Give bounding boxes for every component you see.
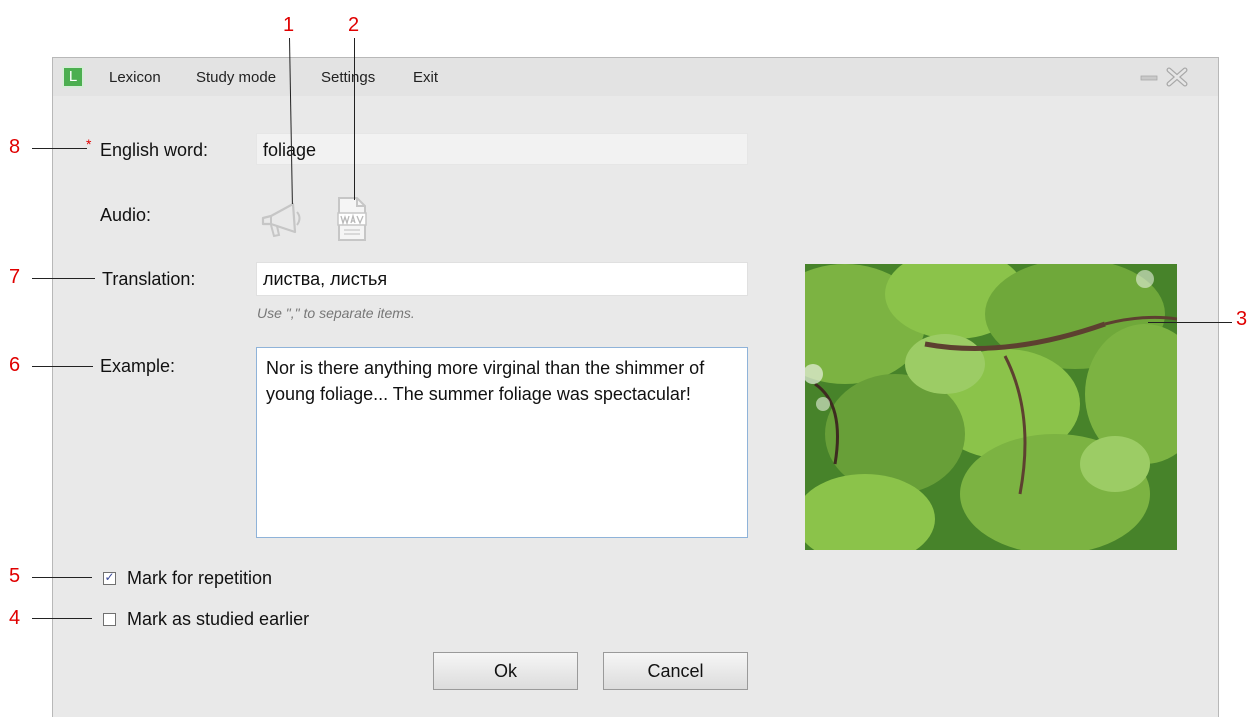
translation-label: Translation: xyxy=(102,269,196,289)
callout-5-leader xyxy=(32,577,92,578)
app-logo: L xyxy=(62,66,84,88)
callout-6: 6 xyxy=(9,354,21,376)
close-icon[interactable] xyxy=(1165,67,1189,92)
translation-field[interactable]: листва, листья xyxy=(256,262,748,296)
audio-label: Audio: xyxy=(100,205,152,225)
callout-8: 8 xyxy=(9,136,21,158)
callout-3: 3 xyxy=(1236,308,1248,330)
menu-study-mode[interactable]: Study mode xyxy=(196,69,276,86)
menu-settings[interactable]: Settings xyxy=(321,69,375,86)
callout-1: 1 xyxy=(283,14,295,36)
megaphone-icon[interactable] xyxy=(259,198,303,245)
callout-4: 4 xyxy=(9,607,21,629)
example-label: Example: xyxy=(100,356,176,376)
ok-button[interactable]: Ok xyxy=(433,652,578,690)
callout-2-leader xyxy=(354,38,355,200)
mark-for-repetition-checkbox[interactable]: ✓ xyxy=(103,570,116,585)
word-picture[interactable] xyxy=(805,264,1177,550)
mark-for-repetition-label: Mark for repetition xyxy=(127,568,273,588)
translation-hint: Use "," to separate items. xyxy=(257,305,415,321)
menu-bar: L Lexicon Study mode Settings Exit xyxy=(53,58,1218,96)
callout-3-leader xyxy=(1148,322,1232,323)
menu-exit[interactable]: Exit xyxy=(413,69,438,86)
required-marker: * xyxy=(86,136,92,152)
callout-8-leader xyxy=(32,148,87,149)
english-word-field[interactable]: foliage xyxy=(256,133,748,165)
example-textarea[interactable]: Nor is there anything more virginal than… xyxy=(256,347,748,538)
callout-6-leader xyxy=(32,366,93,367)
check-icon: ✓ xyxy=(104,570,115,584)
cancel-button[interactable]: Cancel xyxy=(603,652,748,690)
mark-as-studied-label: Mark as studied earlier xyxy=(127,609,310,629)
callout-2: 2 xyxy=(348,14,360,36)
callout-5: 5 xyxy=(9,565,21,587)
wav-file-icon[interactable] xyxy=(335,196,369,247)
word-editor-window: L Lexicon Study mode Settings Exit * Eng… xyxy=(52,57,1219,717)
mark-as-studied-checkbox[interactable] xyxy=(103,613,116,626)
callout-7-leader xyxy=(32,278,95,279)
callout-4-leader xyxy=(32,618,92,619)
minimize-icon[interactable] xyxy=(1140,67,1158,92)
english-word-label: English word: xyxy=(100,140,209,160)
menu-lexicon[interactable]: Lexicon xyxy=(109,69,161,86)
callout-7: 7 xyxy=(9,266,21,288)
